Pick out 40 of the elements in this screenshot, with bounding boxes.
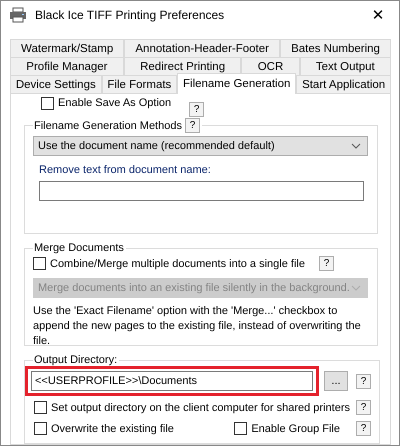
checkbox-label: Enable Group File <box>251 422 340 434</box>
tab[interactable]: Device Settings <box>10 75 102 93</box>
checkbox-label: Overwrite the existing file <box>51 422 174 434</box>
help-button[interactable]: ? <box>356 400 371 415</box>
tab[interactable]: Text Output <box>300 57 392 75</box>
tab[interactable]: Redirect Printing <box>124 57 242 75</box>
window-title: Black Ice TIFF Printing Preferences <box>35 8 226 22</box>
group-label: Merge Documents <box>34 242 124 254</box>
checkbox[interactable] <box>41 97 54 110</box>
tab[interactable]: Start Application <box>296 75 392 93</box>
tab[interactable]: Filename Generation <box>177 73 296 94</box>
tab[interactable]: Watermark/Stamp <box>10 39 124 57</box>
help-button[interactable]: ? <box>356 421 371 436</box>
remove-text-field[interactable] <box>39 181 364 201</box>
group-label: Output Directory: <box>34 354 118 366</box>
checkbox[interactable] <box>234 422 248 435</box>
help-button[interactable]: ? <box>184 118 200 133</box>
checkbox[interactable] <box>34 401 47 414</box>
checkbox-label: Set output directory on the client computer for shared printers <box>51 402 350 414</box>
help-button[interactable]: ? <box>318 256 334 271</box>
group-label: Filename Generation Methods <box>34 120 182 132</box>
close-button[interactable]: ✕ <box>363 1 393 29</box>
checkbox[interactable] <box>34 422 47 435</box>
caret-icon <box>351 285 361 291</box>
checkbox[interactable] <box>33 257 46 270</box>
printer-icon <box>9 7 27 23</box>
help-button[interactable]: ? <box>189 102 204 117</box>
caret-icon <box>351 143 361 149</box>
browse-button[interactable]: ... <box>324 371 348 391</box>
checkbox-label: Combine/Merge multiple documents into a single file <box>50 258 305 270</box>
merge-note: Use the 'Exact Filename' option with the 'Merge...' checkbox to append the new pages to the existing file, instead of overwriting the file. <box>33 304 362 349</box>
tab[interactable]: Profile Manager <box>10 57 124 75</box>
tab[interactable]: Annotation-Header-Footer <box>124 39 280 57</box>
output-directory-field[interactable]: <<USERPROFILE>>\Documents <box>31 371 313 391</box>
help-button[interactable]: ? <box>356 374 371 388</box>
method-dropdown[interactable]: Use the document name (recommended default) <box>33 136 368 156</box>
tab[interactable]: Bates Numbering <box>280 39 391 57</box>
tab[interactable]: File Formats <box>102 75 178 93</box>
checkbox-label: Enable Save As Option <box>58 97 172 109</box>
field-label: Remove text from document name: <box>39 164 212 176</box>
